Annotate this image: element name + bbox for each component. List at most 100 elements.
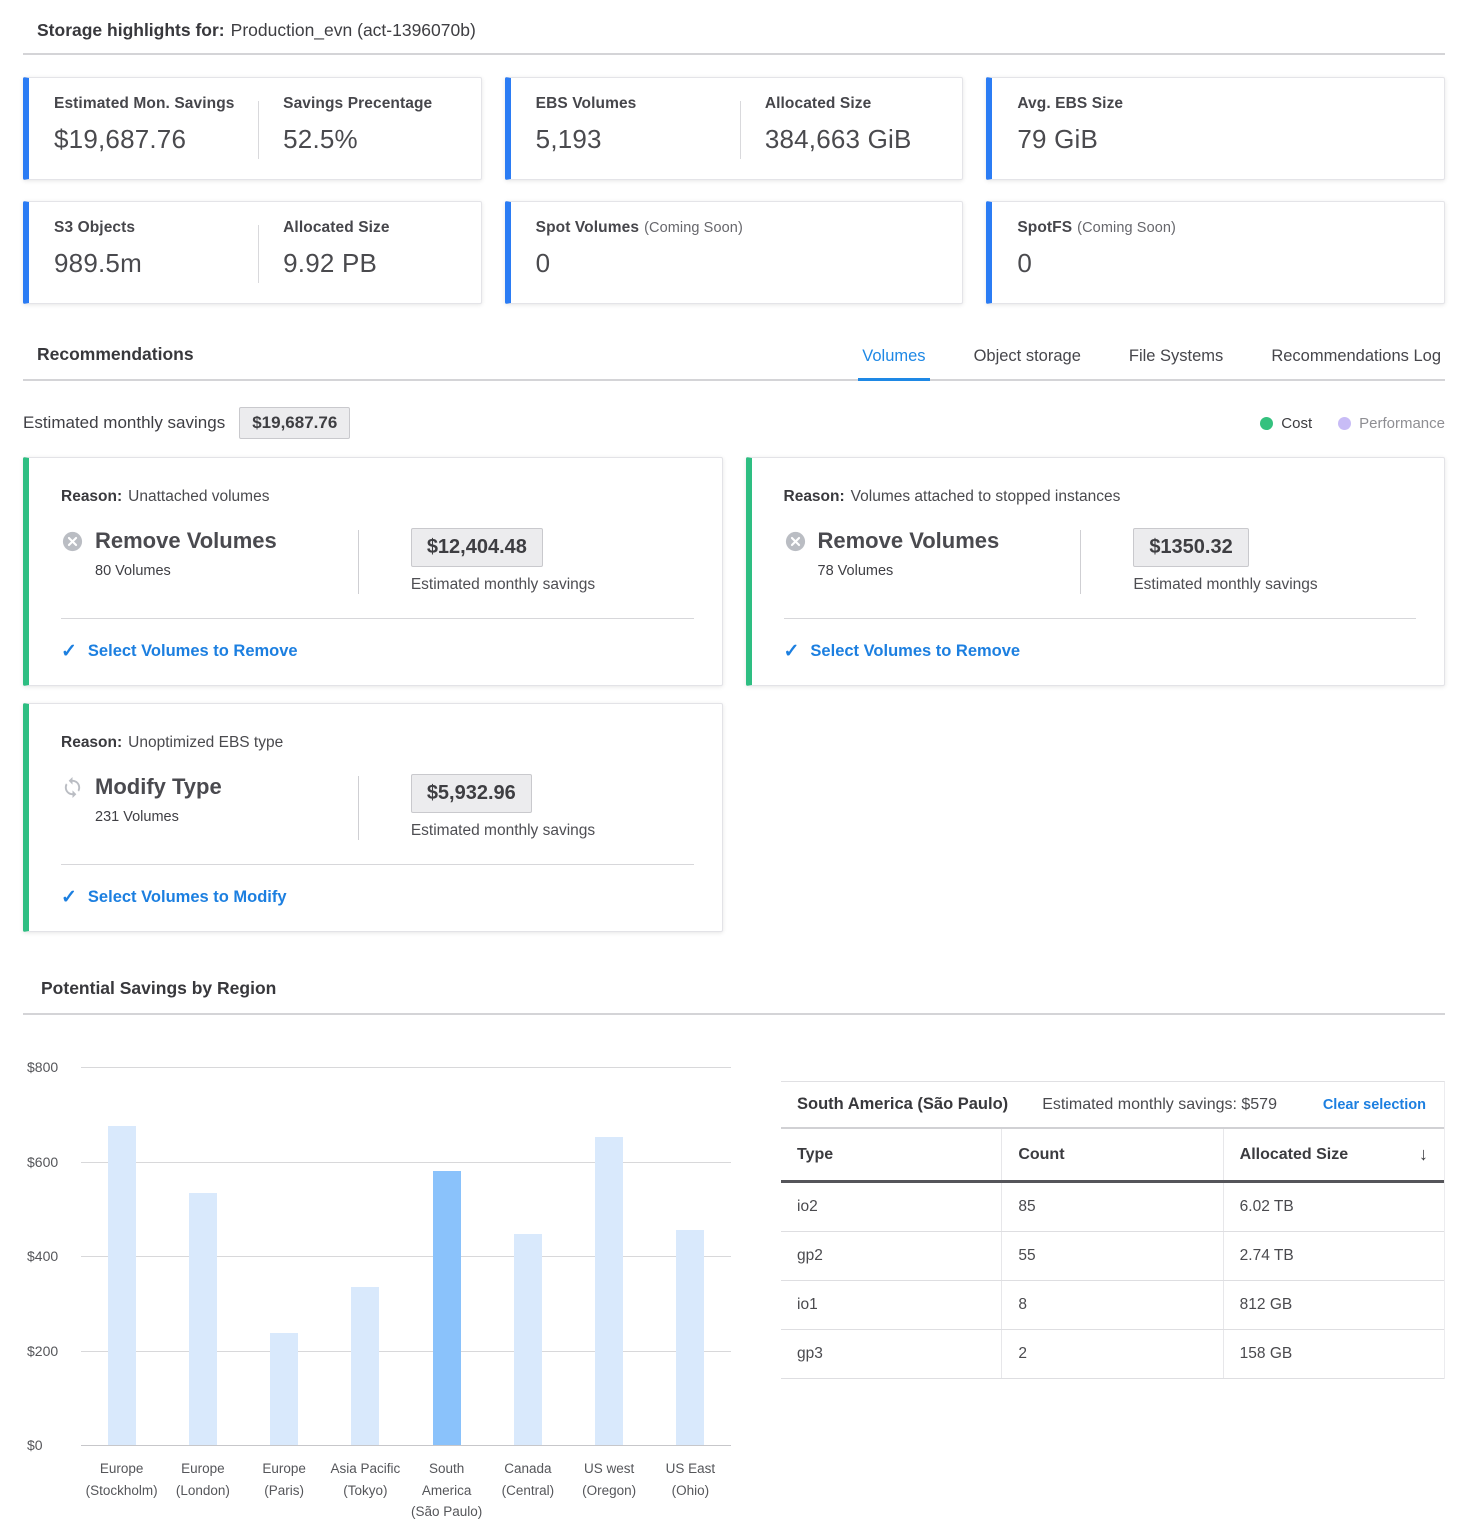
volume-count: 80 Volumes — [95, 563, 358, 579]
stat-label: Allocated Size — [283, 219, 461, 237]
table-row[interactable]: gp2552.74 TB — [781, 1232, 1444, 1281]
y-axis-tick: $200 — [27, 1343, 75, 1359]
legend-label: Cost — [1281, 415, 1312, 432]
bar-south-america-s-o-paulo[interactable] — [433, 1171, 461, 1445]
table-cell: 158 GB — [1223, 1330, 1444, 1378]
action-title: Modify Type — [95, 774, 222, 800]
bar-europe-stockholm[interactable] — [108, 1126, 136, 1445]
clear-selection-link[interactable]: Clear selection — [1323, 1097, 1426, 1113]
card-divider — [61, 864, 694, 865]
y-axis-tick: $400 — [27, 1248, 75, 1264]
bar-slot — [81, 1067, 162, 1445]
recommendations-heading: Recommendations — [37, 344, 194, 379]
bar-slot — [487, 1067, 568, 1445]
remove-circle-icon — [61, 530, 84, 553]
savings-by-region-chart: $800$600$400$200$0 Europe(Stockholm)Euro… — [23, 1015, 731, 1523]
stat-label: EBS Volumes — [536, 95, 740, 113]
savings-amount-caption: Estimated monthly savings — [1133, 576, 1416, 594]
recommendation-card-unattached: Reason:Unattached volumes Remove Volumes… — [23, 457, 723, 686]
bar-slot — [244, 1067, 325, 1445]
bar-canada-central[interactable] — [514, 1234, 542, 1445]
bar-slot — [325, 1067, 406, 1445]
x-axis-label: Europe(Paris) — [244, 1458, 325, 1523]
stat-value: $19,687.76 — [54, 124, 258, 155]
select-volumes-to-modify-link[interactable]: ✓ Select Volumes to Modify — [61, 886, 287, 909]
x-axis-label: US East(Ohio) — [650, 1458, 731, 1523]
account-name: Production_evn (act-1396070b) — [231, 20, 476, 40]
bar-slot — [650, 1067, 731, 1445]
check-icon: ✓ — [61, 640, 77, 663]
column-header-allocated-size[interactable]: Allocated Size↓ — [1223, 1129, 1444, 1180]
x-axis-label: Canada(Central) — [487, 1458, 568, 1523]
tab-volumes[interactable]: Volumes — [858, 347, 929, 381]
tabs-divider — [23, 379, 1445, 381]
table-row[interactable]: io18812 GB — [781, 1281, 1444, 1330]
volume-count: 231 Volumes — [95, 809, 358, 825]
legend-item-performance: Performance — [1338, 415, 1445, 432]
region-detail-table: South America (São Paulo) Estimated mont… — [781, 1081, 1445, 1523]
tab-file-systems[interactable]: File Systems — [1125, 347, 1227, 381]
bar-slot — [406, 1067, 487, 1445]
sort-desc-icon[interactable]: ↓ — [1419, 1144, 1428, 1165]
y-axis-tick: $600 — [27, 1154, 75, 1170]
savings-amount-badge: $12,404.48 — [411, 528, 543, 567]
y-axis-tick: $0 — [27, 1437, 75, 1453]
recommendation-card-stopped-instances: Reason:Volumes attached to stopped insta… — [746, 457, 1446, 686]
bar-us-west-oregon[interactable] — [595, 1137, 623, 1445]
modify-sync-icon — [61, 776, 84, 799]
table-cell: io2 — [781, 1183, 1001, 1231]
card-divider — [61, 618, 694, 619]
stat-label: SpotFS(Coming Soon) — [1017, 219, 1424, 237]
bar-us-east-ohio[interactable] — [676, 1230, 704, 1445]
check-icon: ✓ — [784, 640, 800, 663]
table-cell: gp3 — [781, 1330, 1001, 1378]
selected-region-title: South America (São Paulo) — [797, 1095, 1008, 1114]
chart-bars — [81, 1067, 731, 1445]
table-row[interactable]: io2856.02 TB — [781, 1183, 1444, 1232]
bar-europe-paris[interactable] — [270, 1333, 298, 1445]
chart-legend: Cost Performance — [1260, 415, 1445, 432]
table-row[interactable]: gp32158 GB — [781, 1330, 1444, 1379]
cost-dot-icon — [1260, 417, 1273, 430]
legend-item-cost: Cost — [1260, 415, 1312, 432]
select-volumes-to-remove-link[interactable]: ✓ Select Volumes to Remove — [784, 640, 1021, 663]
column-header-type[interactable]: Type — [781, 1129, 1001, 1180]
stat-label: Spot Volumes(Coming Soon) — [536, 219, 943, 237]
column-header-count[interactable]: Count — [1001, 1129, 1222, 1180]
table-cell: 812 GB — [1223, 1281, 1444, 1329]
stat-card-spot-volumes: Spot Volumes(Coming Soon) 0 — [505, 201, 964, 304]
table-cell: 55 — [1001, 1232, 1222, 1280]
x-axis-label: Europe(Stockholm) — [81, 1458, 162, 1523]
action-title: Remove Volumes — [95, 528, 277, 554]
remove-circle-icon — [784, 530, 807, 553]
tab-object-storage[interactable]: Object storage — [970, 347, 1085, 381]
legend-label: Performance — [1359, 415, 1445, 432]
check-icon: ✓ — [61, 886, 77, 909]
detail-table-body: io2856.02 TBgp2552.74 TBio18812 GBgp3215… — [781, 1183, 1444, 1379]
stat-value: 989.5m — [54, 248, 258, 279]
card-divider — [784, 618, 1417, 619]
table-cell: 2 — [1001, 1330, 1222, 1378]
stat-value: 0 — [1017, 248, 1424, 279]
stat-card-savings: Estimated Mon. Savings $19,687.76 Saving… — [23, 77, 482, 180]
bar-slot — [162, 1067, 243, 1445]
recommendation-cards: Reason:Unattached volumes Remove Volumes… — [23, 457, 1445, 932]
select-volumes-to-remove-link[interactable]: ✓ Select Volumes to Remove — [61, 640, 298, 663]
stat-value: 5,193 — [536, 124, 740, 155]
savings-chart-plot: $800$600$400$200$0 — [81, 1067, 731, 1445]
volume-count: 78 Volumes — [818, 563, 1081, 579]
savings-amount-badge: $5,932.96 — [411, 774, 532, 813]
recommendation-card-unoptimized-type: Reason:Unoptimized EBS type Modify Type … — [23, 703, 723, 932]
action-title: Remove Volumes — [818, 528, 1000, 554]
savings-amount-badge: $1350.32 — [1133, 528, 1248, 567]
tab-recommendations-log[interactable]: Recommendations Log — [1267, 347, 1445, 381]
stat-label: Avg. EBS Size — [1017, 95, 1424, 113]
y-axis-tick: $800 — [27, 1059, 75, 1075]
x-axis-label: Asia Pacific(Tokyo) — [325, 1458, 406, 1523]
table-cell: 85 — [1001, 1183, 1222, 1231]
bar-asia-pacific-tokyo[interactable] — [351, 1287, 379, 1445]
stat-label: Savings Precentage — [283, 95, 461, 113]
storage-highlights-cards: Estimated Mon. Savings $19,687.76 Saving… — [23, 77, 1445, 304]
bar-europe-london[interactable] — [189, 1193, 217, 1445]
coming-soon-note: (Coming Soon) — [644, 220, 743, 236]
